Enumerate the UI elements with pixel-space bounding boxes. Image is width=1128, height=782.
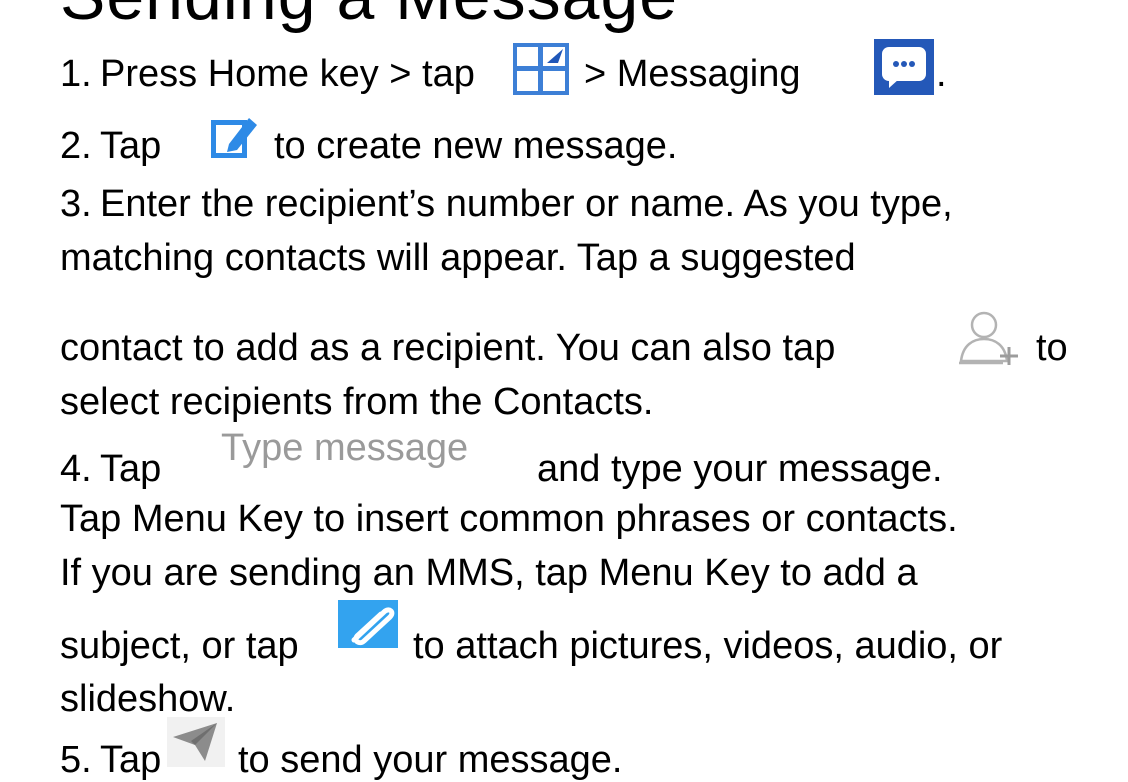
- attach-paperclip-icon: [338, 600, 398, 653]
- step-5-number: 5.: [60, 739, 92, 781]
- compose-icon: [207, 112, 263, 169]
- page-heading: Sending a Message: [60, 0, 678, 30]
- apps-grid-icon: [512, 42, 570, 101]
- step-3-line-2: matching contacts will appear. Tap a sug…: [60, 237, 856, 279]
- add-contact-icon: [955, 307, 1025, 374]
- step-1-number: 1.: [60, 53, 92, 95]
- messaging-app-icon: [873, 38, 935, 101]
- instruction-page: Sending a Message 1. Press Home key > ta…: [0, 0, 1128, 781]
- step-4-line-4a: subject, or tap: [60, 625, 299, 667]
- send-icon: [167, 717, 225, 772]
- step-4-line-2: Tap Menu Key to insert common phrases or…: [60, 498, 958, 540]
- step-1-period: .: [936, 53, 947, 95]
- step-5-text-a: Tap: [100, 739, 162, 781]
- step-3-line-1: Enter the recipient’s number or name. As…: [100, 183, 953, 225]
- step-1-text-a: Press Home key > tap: [100, 53, 475, 95]
- step-3-line-4: select recipients from the Contacts.: [60, 381, 654, 423]
- step-3-number: 3.: [60, 183, 92, 225]
- step-2-text-b: to create new message.: [274, 125, 678, 167]
- step-2-number: 2.: [60, 125, 92, 167]
- step-2-text-a: Tap: [100, 125, 162, 167]
- step-4-line-5: slideshow.: [60, 678, 236, 720]
- step-4-text-b: and type your message.: [537, 448, 943, 490]
- step-4-line-3: If you are sending an MMS, tap Menu Key …: [60, 552, 918, 594]
- step-4-line-4b: to attach pictures, videos, audio, or: [413, 625, 1003, 667]
- step-4-text-a: Tap: [100, 448, 162, 490]
- step-1-text-b: > Messaging: [584, 53, 801, 95]
- type-message-field-label: Type message: [221, 427, 469, 469]
- step-3-line-3: contact to add as a recipient. You can a…: [60, 327, 836, 369]
- step-4-number: 4.: [60, 448, 92, 490]
- step-3-line-3-end: to: [1036, 327, 1068, 369]
- step-5-text-b: to send your message.: [238, 739, 623, 781]
